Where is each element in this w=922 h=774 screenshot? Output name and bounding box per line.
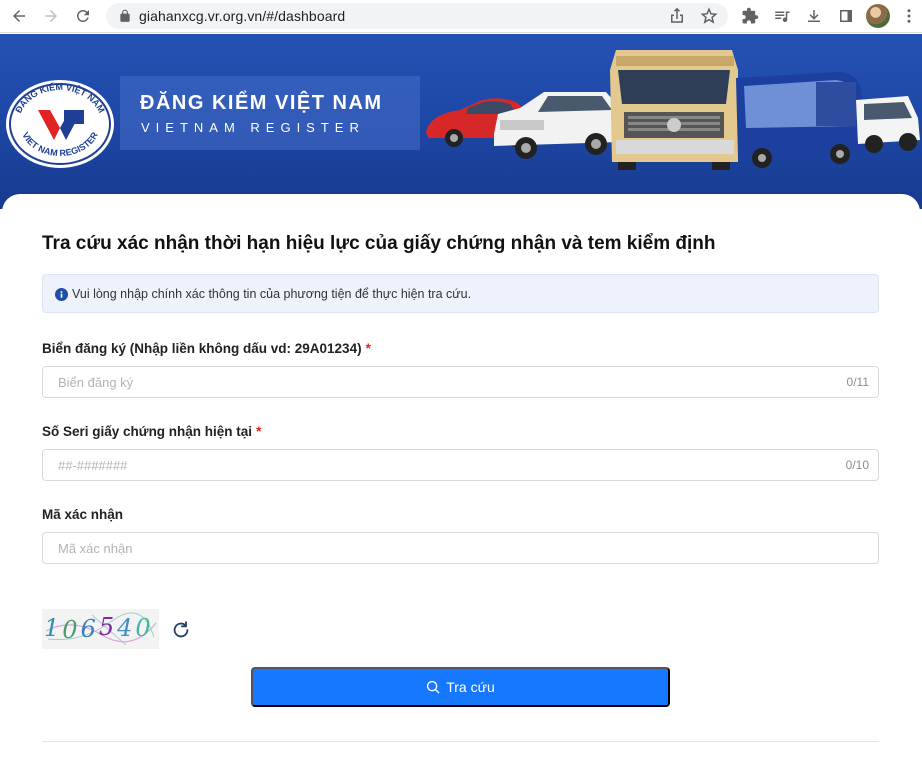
captcha-char: 6	[81, 615, 96, 643]
plate-field: 0/11	[42, 366, 879, 398]
profile-avatar[interactable]	[866, 4, 890, 28]
reload-icon	[76, 9, 89, 22]
search-icon	[427, 680, 440, 694]
captcha-char: 1	[44, 614, 59, 642]
captcha-char: 0	[62, 616, 77, 644]
bookmark-star-icon[interactable]	[700, 7, 718, 25]
side-panel-icon	[840, 10, 852, 22]
captcha-image: 106540	[42, 609, 159, 649]
media-button[interactable]	[769, 4, 795, 28]
page-title: Tra cứu xác nhận thời hạn hiệu lực của g…	[42, 233, 716, 254]
serial-field: 0/10	[42, 449, 879, 481]
info-icon	[55, 288, 68, 301]
downloads-button[interactable]	[801, 4, 827, 28]
side-panel-button[interactable]	[833, 4, 859, 28]
vehicles-illustration	[426, 50, 920, 170]
reload-button[interactable]	[70, 4, 96, 28]
plate-input[interactable]	[43, 367, 823, 397]
required-mark: *	[256, 424, 262, 439]
address-bar[interactable]: giahanxcg.vr.org.vn/#/dashboard	[106, 3, 728, 29]
plate-label: Biển đăng ký (Nhập liền không dấu vd: 29…	[42, 341, 371, 356]
required-mark: *	[365, 341, 371, 356]
forward-button[interactable]	[38, 4, 64, 28]
captcha-char: 5	[99, 613, 114, 641]
browser-toolbar: giahanxcg.vr.org.vn/#/dashboard	[0, 0, 922, 33]
search-button[interactable]: Tra cứu	[251, 667, 670, 707]
info-alert: Vui lòng nhập chính xác thông tin của ph…	[42, 274, 879, 313]
serial-input[interactable]	[43, 450, 823, 480]
serial-label: Số Seri giấy chứng nhận hiện tại *	[42, 424, 261, 439]
search-button-label: Tra cứu	[446, 679, 495, 695]
refresh-captcha-icon[interactable]	[170, 619, 192, 641]
captcha-input[interactable]	[43, 533, 823, 563]
browser-menu-button[interactable]	[896, 4, 922, 28]
kebab-menu-icon	[907, 9, 911, 23]
lock-icon	[120, 9, 130, 22]
download-icon	[808, 10, 820, 22]
playlist-icon	[775, 11, 790, 23]
captcha-char: 4	[116, 614, 132, 642]
plate-label-text: Biển đăng ký (Nhập liền không dấu vd: 29…	[42, 341, 362, 356]
vietnam-register-logo: ĐĂNG KIỂM VIỆT NAM VIET NAM REGISTER	[6, 80, 114, 168]
back-button[interactable]	[6, 4, 32, 28]
van-graphic	[856, 96, 920, 153]
info-alert-text: Vui lòng nhập chính xác thông tin của ph…	[72, 287, 472, 301]
bus-graphic	[736, 72, 864, 168]
bottom-divider	[42, 741, 879, 742]
url-text[interactable]: giahanxcg.vr.org.vn/#/dashboard	[139, 8, 345, 24]
brand-name-vi: ĐĂNG KIỂM VIỆT NAM	[140, 92, 383, 114]
plate-char-counter: 0/11	[846, 375, 869, 389]
arrow-left-icon	[13, 10, 25, 22]
header-banner: ĐĂNG KIỂM VIỆT NAM VIET NAM REGISTER ĐĂN…	[0, 34, 922, 209]
extensions-button[interactable]	[737, 4, 763, 28]
captcha-label: Mã xác nhận	[42, 507, 124, 522]
serial-label-text: Số Seri giấy chứng nhận hiện tại	[42, 424, 253, 439]
share-icon[interactable]	[668, 7, 686, 25]
truck-graphic	[610, 50, 738, 170]
puzzle-icon	[742, 7, 759, 24]
arrow-right-icon	[45, 10, 57, 22]
captcha-char: 0	[135, 614, 150, 642]
serial-char-counter: 0/10	[845, 458, 869, 472]
brand-name-en: VIETNAM REGISTER	[141, 120, 365, 135]
captcha-field	[42, 532, 879, 564]
